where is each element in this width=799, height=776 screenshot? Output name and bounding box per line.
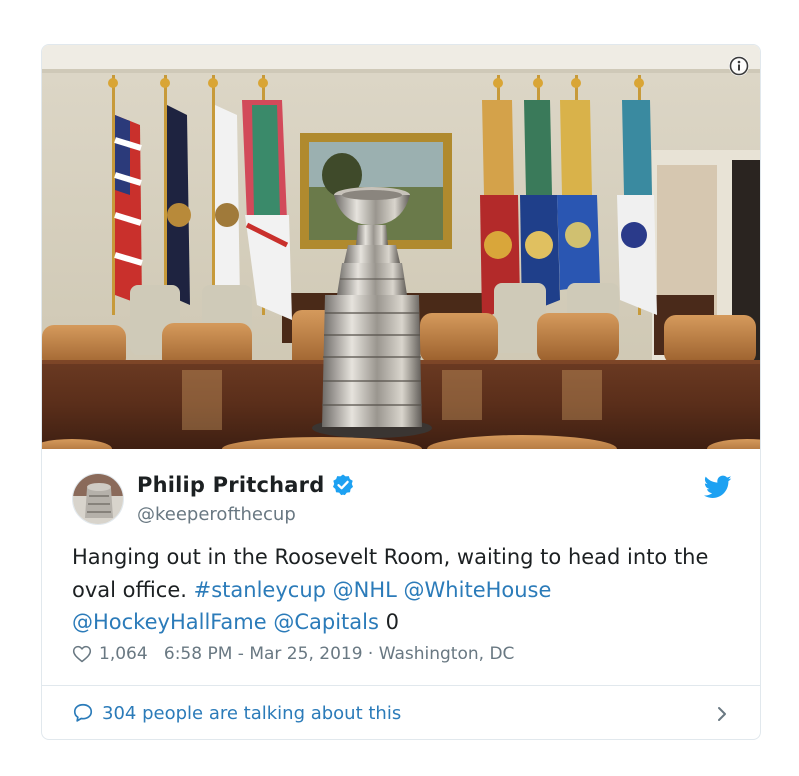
tweet-text: Hanging out in the Roosevelt Room, waiti… [72, 541, 742, 639]
hashtag-stanleycup-link[interactable]: #stanleycup [194, 578, 326, 602]
avatar[interactable] [72, 473, 124, 525]
mention-whitehouse-link[interactable]: @WhiteHouse [404, 578, 552, 602]
tweet-card[interactable]: Philip Pritchard @keeperofthecup Hanging… [41, 44, 761, 740]
talking-about-text[interactable]: 304 people are talking about this [102, 703, 401, 724]
speech-bubble-icon [73, 703, 93, 722]
tweet-footer[interactable]: 304 people are talking about this [42, 686, 760, 739]
heart-icon[interactable] [72, 644, 92, 664]
author-name[interactable]: Philip Pritchard [137, 473, 324, 497]
mention-hockeyhallfame-link[interactable]: @HockeyHallFame [72, 610, 267, 634]
conversation-link[interactable]: 304 people are talking about this [72, 702, 401, 724]
chevron-right-icon[interactable] [712, 704, 732, 724]
author-name-row[interactable]: Philip Pritchard [137, 473, 355, 497]
verified-badge-icon [333, 474, 354, 496]
meta-separator: · [362, 644, 379, 664]
author-handle[interactable]: @keeperofthecup [137, 504, 296, 525]
tweet-location[interactable]: Washington, DC [379, 644, 515, 664]
mention-nhl-link[interactable]: @NHL [333, 578, 397, 602]
tweet-trailing-text: 0 [378, 610, 399, 634]
tweet-meta: 1,064 6:58 PM - Mar 25, 2019 · Washingto… [72, 644, 514, 664]
twitter-bird-icon[interactable] [704, 473, 732, 501]
like-count[interactable]: 1,064 [99, 644, 148, 664]
avatar-image [73, 474, 123, 524]
tweet-header: Philip Pritchard @keeperofthecup [42, 449, 760, 539]
tweet-photo[interactable] [42, 45, 761, 449]
mention-capitals-link[interactable]: @Capitals [273, 610, 379, 634]
tweet-timestamp[interactable]: 6:58 PM - Mar 25, 2019 [164, 644, 363, 664]
info-icon[interactable] [728, 55, 750, 77]
